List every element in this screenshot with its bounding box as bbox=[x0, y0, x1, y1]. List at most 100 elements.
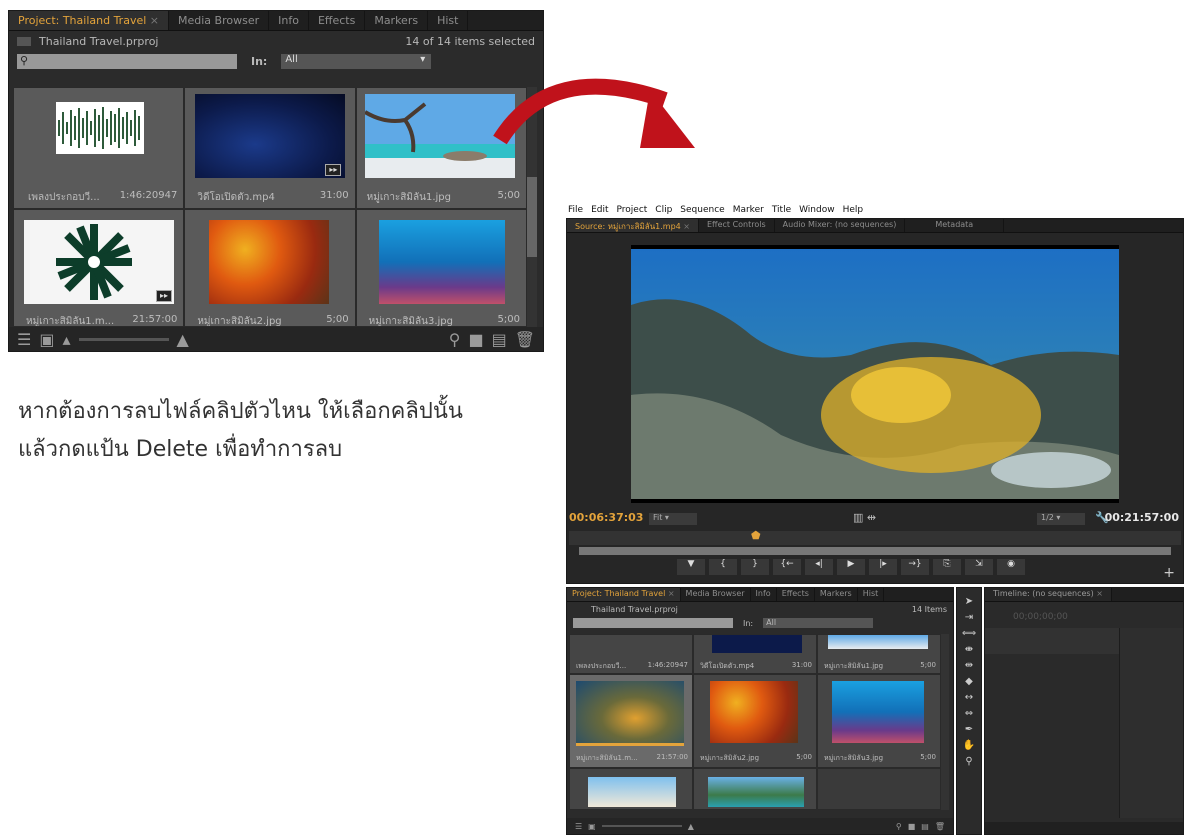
list-view-icon[interactable]: ☰ bbox=[17, 330, 31, 349]
timeline-tracks[interactable] bbox=[1119, 628, 1183, 818]
tab-media-browser[interactable]: Media Browser bbox=[169, 11, 270, 30]
tab-effects[interactable]: Effects bbox=[309, 11, 366, 30]
clip-thumbnail-underwater[interactable]: หมู่เกาะสิมิลัน3.jpg 5;00 bbox=[817, 674, 941, 768]
clip-thumbnail-simlian-video[interactable]: ▸▸ หมู่เกาะสิมิลัน1.m... 21:57:00 bbox=[13, 209, 185, 327]
scrollbar-thumb[interactable] bbox=[527, 177, 537, 257]
resolution-dropdown[interactable]: 1/2 ▾ bbox=[1037, 513, 1085, 525]
pen-tool-icon[interactable]: ✒ bbox=[965, 724, 973, 735]
playhead-icon[interactable]: ⬟ bbox=[751, 529, 761, 542]
tab-markers[interactable]: Markers bbox=[365, 11, 429, 30]
overwrite-button[interactable]: ⇲ bbox=[965, 559, 993, 575]
clip-thumbnail-beach-2[interactable] bbox=[569, 768, 693, 810]
ripple-edit-tool-icon[interactable]: ⟺ bbox=[962, 628, 976, 639]
resolution-value: 1/2 bbox=[1041, 513, 1054, 522]
go-to-in-button[interactable]: {← bbox=[773, 559, 801, 575]
hand-tool-icon[interactable]: ✋ bbox=[963, 740, 975, 751]
razor-tool-icon[interactable]: ◆ bbox=[965, 676, 973, 687]
list-view-icon[interactable]: ☰ bbox=[575, 822, 582, 831]
slip-tool-icon[interactable]: ↔ bbox=[965, 692, 973, 703]
tab-project[interactable]: Project: Thailand Travel bbox=[9, 11, 169, 30]
tab-history[interactable]: Hist bbox=[428, 11, 469, 30]
tab-metadata[interactable]: Metadata bbox=[905, 219, 1005, 232]
go-to-out-button[interactable]: →} bbox=[901, 559, 929, 575]
menu-window[interactable]: Window bbox=[799, 205, 835, 215]
time-ruler[interactable]: ⬟ bbox=[569, 529, 1181, 545]
tab-effect-controls[interactable]: Effect Controls bbox=[699, 219, 775, 232]
new-item-icon[interactable]: ▤ bbox=[492, 330, 507, 349]
zoom-scroll-bar[interactable] bbox=[579, 547, 1171, 555]
rate-stretch-tool-icon[interactable]: ⇹ bbox=[965, 660, 973, 671]
menu-marker[interactable]: Marker bbox=[733, 205, 764, 215]
menu-help[interactable]: Help bbox=[843, 205, 864, 215]
clip-thumbnail-underwater[interactable]: หมู่เกาะสิมิลัน3.jpg 5;00 bbox=[355, 209, 527, 327]
add-button-icon[interactable]: + bbox=[1163, 565, 1175, 581]
red-arrow-icon bbox=[493, 78, 695, 148]
insert-button[interactable]: ⎘ bbox=[933, 559, 961, 575]
trash-icon[interactable]: 🗑 bbox=[935, 822, 945, 831]
tab-effects[interactable]: Effects bbox=[777, 588, 815, 601]
search-input[interactable]: ⚲ bbox=[17, 53, 237, 69]
tab-source[interactable]: Source: หมู่เกาะสิมิลัน1.mp4 bbox=[567, 219, 699, 232]
selection-status: 14 of 14 items selected bbox=[405, 34, 535, 48]
step-forward-button[interactable]: |▸ bbox=[869, 559, 897, 575]
grid-scrollbar[interactable] bbox=[941, 634, 949, 810]
clip-caption: วิดีโอเปิดตัว.mp4 31:00 bbox=[197, 190, 348, 205]
trash-icon[interactable]: 🗑 bbox=[515, 330, 535, 349]
new-bin-icon[interactable]: ■ bbox=[908, 822, 916, 831]
zoom-slider[interactable] bbox=[78, 337, 169, 341]
menu-edit[interactable]: Edit bbox=[591, 205, 608, 215]
source-time-row: 00:06:37:03 Fit ▾ ▥ ⇹ 1/2 ▾ 🔧 00:21:57:0… bbox=[567, 511, 1183, 527]
icon-view-icon[interactable]: ▣ bbox=[39, 330, 54, 349]
clip-duration: 21:57:00 bbox=[132, 314, 178, 325]
tab-audio-mixer[interactable]: Audio Mixer: (no sequences) bbox=[775, 219, 906, 232]
new-bin-icon[interactable]: ■ bbox=[468, 330, 483, 349]
project-footer: ☰ ▣ ▴ ▲ ⚲ ■ ▤ 🗑 bbox=[9, 327, 543, 351]
search-icon[interactable]: ⚲ bbox=[896, 822, 902, 831]
rolling-edit-tool-icon[interactable]: ⇼ bbox=[965, 644, 973, 655]
zoom-slider[interactable] bbox=[601, 825, 682, 827]
in-dropdown[interactable]: All bbox=[763, 618, 874, 628]
fit-dropdown[interactable]: Fit ▾ bbox=[649, 513, 697, 525]
clip-thumbnail-beach[interactable]: หมู่เกาะสิมิลัน1.jpg 5;00 bbox=[817, 634, 941, 674]
menu-file[interactable]: File bbox=[568, 205, 583, 215]
tab-info[interactable]: Info bbox=[269, 11, 309, 30]
tab-history[interactable]: Hist bbox=[858, 588, 885, 601]
play-button[interactable]: ▶ bbox=[837, 559, 865, 575]
tab-markers[interactable]: Markers bbox=[815, 588, 858, 601]
export-frame-button[interactable]: ◉ bbox=[997, 559, 1025, 575]
marker-icon[interactable]: ▥ ⇹ bbox=[853, 511, 876, 524]
clip-thumbnail-intro-video[interactable]: ▸▸ วิดีโอเปิดตัว.mp4 31:00 bbox=[184, 87, 356, 209]
new-item-icon[interactable]: ▤ bbox=[921, 822, 929, 831]
current-time[interactable]: 00:06:37:03 bbox=[569, 511, 643, 524]
search-icon[interactable]: ⚲ bbox=[449, 330, 461, 349]
selection-tool-icon[interactable]: ➤ bbox=[965, 596, 973, 607]
step-back-button[interactable]: ◂| bbox=[805, 559, 833, 575]
slide-tool-icon[interactable]: ⇔ bbox=[965, 708, 973, 719]
in-dropdown[interactable]: All ▾ bbox=[281, 53, 432, 69]
clip-thumbnail-coral[interactable]: หมู่เกาะสิมิลัน2.jpg 5;00 bbox=[184, 209, 356, 327]
menu-title[interactable]: Title bbox=[772, 205, 791, 215]
zoom-tool-icon[interactable]: ⚲ bbox=[965, 756, 972, 767]
clip-thumbnail-audio[interactable]: เพลงประกอบวี... 1:46:20947 bbox=[13, 87, 185, 209]
track-select-tool-icon[interactable]: ⇥ bbox=[965, 612, 973, 623]
search-input[interactable] bbox=[573, 618, 733, 628]
tab-info[interactable]: Info bbox=[751, 588, 777, 601]
timeline-scrollbar[interactable] bbox=[985, 822, 1183, 834]
clip-thumbnail-island[interactable] bbox=[693, 768, 817, 810]
tab-timeline[interactable]: Timeline: (no sequences) bbox=[985, 588, 1112, 601]
mark-in-button[interactable]: { bbox=[709, 559, 737, 575]
menu-project[interactable]: Project bbox=[617, 205, 648, 215]
clip-thumbnail-simlian-video[interactable]: หมู่เกาะสิมิลัน1.m... 21:57:00 bbox=[569, 674, 693, 768]
timeline-timecode: 00;00;00;00 bbox=[1013, 612, 1068, 622]
add-marker-button[interactable]: ▼ bbox=[677, 559, 705, 575]
clip-thumbnail-coral[interactable]: หมู่เกาะสิมิลัน2.jpg 5;00 bbox=[693, 674, 817, 768]
menu-clip[interactable]: Clip bbox=[655, 205, 672, 215]
clip-thumbnail-intro-video[interactable]: วิดีโอเปิดตัว.mp4 31:00 bbox=[693, 634, 817, 674]
tab-project[interactable]: Project: Thailand Travel bbox=[567, 588, 681, 601]
tab-media-browser[interactable]: Media Browser bbox=[681, 588, 751, 601]
mark-out-button[interactable]: } bbox=[741, 559, 769, 575]
menu-sequence[interactable]: Sequence bbox=[680, 205, 724, 215]
search-row: In: All bbox=[567, 616, 953, 630]
clip-thumbnail-audio[interactable]: เพลงประกอบวี... 1:46:20947 bbox=[569, 634, 693, 674]
icon-view-icon[interactable]: ▣ bbox=[588, 822, 596, 831]
